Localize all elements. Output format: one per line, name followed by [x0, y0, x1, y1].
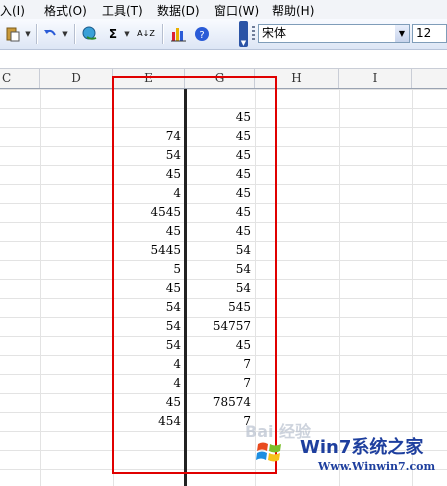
column-header-h[interactable]: H: [255, 69, 339, 88]
cell-g-17[interactable]: 7: [183, 412, 251, 431]
menu-insert[interactable]: 入(I): [0, 2, 25, 19]
menu-tools[interactable]: 工具(T): [102, 2, 143, 19]
formula-bar-area: [0, 50, 447, 69]
cell-g-8[interactable]: 54: [183, 241, 251, 260]
menu-help[interactable]: 帮助(H): [272, 2, 314, 19]
win7-logo-text: Win7系统之家: [300, 437, 424, 458]
paste-icon[interactable]: [3, 25, 23, 43]
cell-e-8[interactable]: 5445: [113, 241, 181, 260]
gridline: [40, 89, 41, 486]
cell-e-17[interactable]: 454: [113, 412, 181, 431]
cell-e-2[interactable]: 74: [113, 127, 181, 146]
cell-e-13[interactable]: 54: [113, 336, 181, 355]
sort-ascending-icon[interactable]: A↓Z: [136, 25, 156, 43]
windows-logo-icon: [256, 442, 281, 462]
cell-g-3[interactable]: 45: [183, 146, 251, 165]
cell-e-10[interactable]: 45: [113, 279, 181, 298]
font-name-select[interactable]: 宋体: [258, 24, 410, 43]
cell-e-4[interactable]: 45: [113, 165, 181, 184]
cell-e-14[interactable]: 4: [113, 355, 181, 374]
column-headers: C D E G H I: [0, 69, 447, 89]
cell-g-5[interactable]: 45: [183, 184, 251, 203]
column-header-i[interactable]: I: [339, 69, 412, 88]
menu-format[interactable]: 格式(O): [44, 2, 87, 19]
cell-g-12[interactable]: 54757: [183, 317, 251, 336]
hyperlink-icon[interactable]: [80, 25, 100, 43]
chart-wizard-icon[interactable]: [169, 25, 189, 43]
cell-right-border: [184, 89, 187, 486]
cell-g-11[interactable]: 545: [183, 298, 251, 317]
help-icon[interactable]: ?: [192, 25, 212, 43]
toolbar-separator: [162, 24, 163, 44]
menu-window[interactable]: 窗口(W): [214, 2, 259, 19]
font-size-select[interactable]: 12: [412, 24, 447, 43]
column-header-c[interactable]: C: [0, 69, 40, 88]
svg-text:?: ?: [199, 30, 204, 41]
win7-logo-url: Www.Winwin7.com: [318, 460, 436, 473]
menu-data[interactable]: 数据(D): [157, 2, 200, 19]
cell-e-1[interactable]: [113, 108, 181, 127]
cell-e-15[interactable]: 4: [113, 374, 181, 393]
toolbar-grip-icon[interactable]: [252, 26, 255, 42]
cell-g-1[interactable]: 45: [183, 108, 251, 127]
cell-g-6[interactable]: 45: [183, 203, 251, 222]
cell-e-16[interactable]: 45: [113, 393, 181, 412]
autosum-icon[interactable]: Σ: [105, 25, 121, 43]
cell-g-2[interactable]: 45: [183, 127, 251, 146]
cell-g-15[interactable]: 7: [183, 374, 251, 393]
cell-g-7[interactable]: 45: [183, 222, 251, 241]
cell-e-5[interactable]: 4: [113, 184, 181, 203]
autosum-dropdown-icon[interactable]: ▼: [123, 25, 131, 43]
undo-icon[interactable]: [41, 25, 59, 43]
toolbar-separator: [36, 24, 37, 44]
cell-e-12[interactable]: 54: [113, 317, 181, 336]
cell-g-16[interactable]: 78574: [183, 393, 251, 412]
column-header-e[interactable]: E: [113, 69, 185, 88]
cell-g-10[interactable]: 54: [183, 279, 251, 298]
undo-dropdown-icon[interactable]: ▼: [61, 25, 69, 43]
column-header-d[interactable]: D: [40, 69, 113, 88]
cell-g-13[interactable]: 45: [183, 336, 251, 355]
menu-bar: 入(I) 格式(O) 工具(T) 数据(D) 窗口(W) 帮助(H): [0, 0, 447, 20]
font-name-dropdown-icon[interactable]: ▼: [395, 25, 409, 42]
cell-g-4[interactable]: 45: [183, 165, 251, 184]
gridline: [339, 89, 340, 486]
cell-g-9[interactable]: 54: [183, 260, 251, 279]
column-header-g[interactable]: G: [185, 69, 255, 88]
cell-e-11[interactable]: 54: [113, 298, 181, 317]
gridline: [412, 89, 413, 486]
cell-g-14[interactable]: 7: [183, 355, 251, 374]
toolbar-options-icon[interactable]: ▼: [239, 21, 248, 47]
paste-dropdown-icon[interactable]: ▼: [24, 25, 32, 43]
cell-e-7[interactable]: 45: [113, 222, 181, 241]
cell-e-3[interactable]: 54: [113, 146, 181, 165]
cell-e-9[interactable]: 5: [113, 260, 181, 279]
toolbar-separator: [74, 24, 75, 44]
cell-e-6[interactable]: 4545: [113, 203, 181, 222]
